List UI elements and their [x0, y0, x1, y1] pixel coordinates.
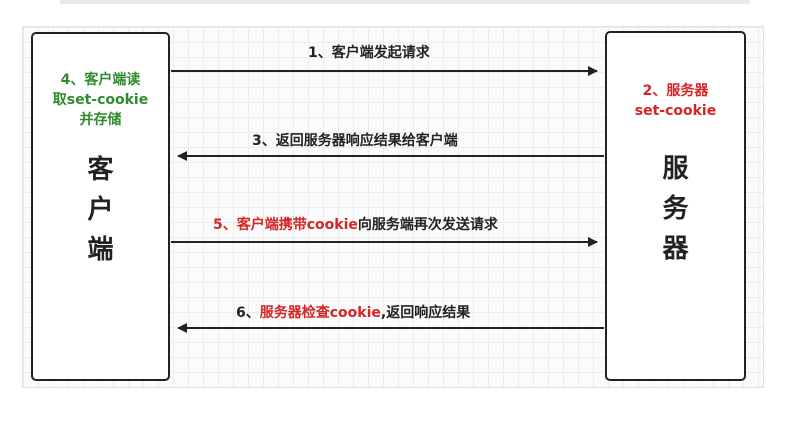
arrow-5-label: 5、客户端携带cookie向服务端再次发送请求 [213, 214, 498, 234]
client-title-char: 户 [87, 195, 114, 225]
client-note-line: 并存储 [79, 112, 122, 128]
arrow-3-label-text: 3、返回服务器响应结果给客户端 [252, 133, 458, 149]
server-box: 2、服务器 set-cookie 服 务 器 [605, 31, 746, 381]
server-note: 2、服务器 set-cookie [607, 81, 744, 121]
client-note-line: 取set-cookie [52, 92, 149, 108]
arrow-6-label-text: ,返回响应结果 [380, 305, 471, 321]
arrow-6-label-prefix: 6、 [236, 305, 260, 321]
arrow-1-label-text: 1、客户端发起请求 [308, 45, 430, 61]
client-box: 4、客户端读 取set-cookie 并存储 客 户 端 [31, 32, 170, 381]
server-title-char: 务 [662, 194, 689, 224]
arrow-5-label-highlight: 5、客户端携带cookie [213, 217, 358, 233]
client-title-char: 端 [87, 235, 114, 265]
server-title: 服 务 器 [607, 149, 744, 269]
server-note-line: 2、服务器 [642, 83, 709, 99]
server-title-char: 服 [662, 154, 689, 184]
client-title: 客 户 端 [33, 150, 168, 270]
arrow-3-label: 3、返回服务器响应结果给客户端 [252, 130, 458, 150]
top-strip [60, 0, 750, 4]
arrow-6-label: 6、服务器检查cookie,返回响应结果 [236, 302, 470, 322]
client-title-char: 客 [87, 155, 114, 185]
client-note-line: 4、客户端读 [60, 72, 141, 88]
server-note-line: set-cookie [634, 103, 717, 119]
arrow-1-label: 1、客户端发起请求 [308, 42, 430, 62]
client-note: 4、客户端读 取set-cookie 并存储 [33, 70, 168, 130]
server-title-char: 器 [662, 234, 689, 264]
arrow-5-label-text: 向服务端再次发送请求 [357, 217, 498, 233]
arrow-6-label-highlight: 服务器检查cookie [259, 305, 381, 321]
diagram-canvas: 4、客户端读 取set-cookie 并存储 客 户 端 2、服务器 set-c… [0, 0, 790, 432]
